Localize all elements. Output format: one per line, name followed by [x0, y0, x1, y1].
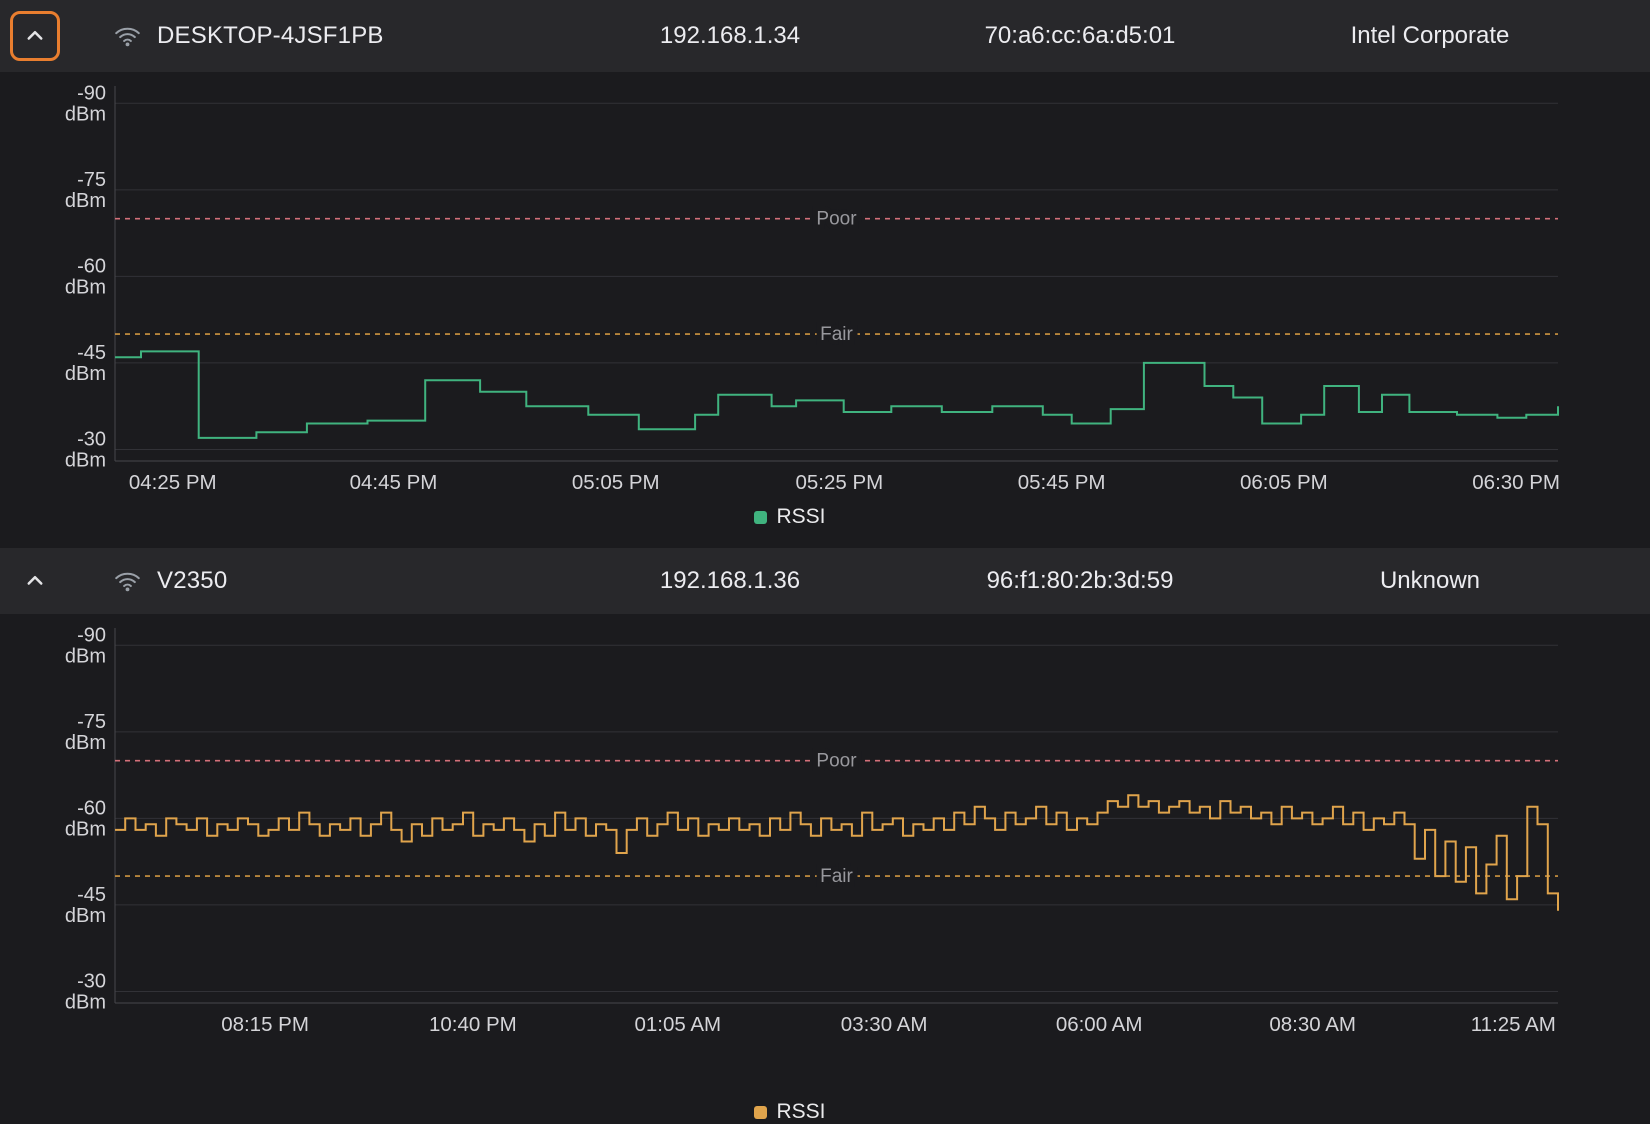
svg-text:-90: -90 — [77, 82, 106, 104]
svg-text:-60: -60 — [77, 255, 106, 277]
device-ip: 192.168.1.36 — [550, 567, 910, 595]
svg-text:05:25 PM: 05:25 PM — [796, 471, 884, 494]
svg-text:-90: -90 — [77, 624, 106, 646]
svg-text:08:15 PM: 08:15 PM — [221, 1013, 309, 1036]
svg-text:06:30 PM: 06:30 PM — [1472, 471, 1560, 494]
svg-text:11:25 AM: 11:25 AM — [1471, 1013, 1556, 1036]
device-mac: 96:f1:80:2b:3d:59 — [910, 567, 1250, 595]
legend-label: RSSI — [776, 1100, 825, 1124]
svg-text:01:05 AM: 01:05 AM — [634, 1013, 721, 1036]
device-name: DESKTOP-4JSF1PB — [157, 22, 384, 50]
legend-color-swatch — [754, 1106, 767, 1119]
svg-text:dBm: dBm — [65, 732, 106, 754]
svg-text:dBm: dBm — [65, 645, 106, 667]
device-ip: 192.168.1.34 — [550, 22, 910, 50]
device-mac: 70:a6:cc:6a:d5:01 — [910, 22, 1250, 50]
legend-label: RSSI — [776, 505, 825, 529]
device-panel-v2350: V2350 192.168.1.36 96:f1:80:2b:3d:59 Unk… — [0, 548, 1650, 1118]
svg-text:dBm: dBm — [65, 991, 106, 1013]
svg-text:dBm: dBm — [65, 103, 106, 125]
svg-text:05:05 PM: 05:05 PM — [572, 471, 660, 494]
chevron-up-icon — [25, 571, 45, 591]
svg-text:-45: -45 — [77, 884, 106, 906]
wifi-icon — [114, 568, 141, 595]
svg-text:dBm: dBm — [65, 276, 106, 298]
svg-text:04:25 PM: 04:25 PM — [129, 471, 217, 494]
svg-text:03:30 AM: 03:30 AM — [841, 1013, 928, 1036]
device-vendor: Unknown — [1250, 567, 1610, 595]
svg-text:Fair: Fair — [820, 324, 853, 345]
chevron-up-icon — [25, 26, 45, 46]
svg-text:05:45 PM: 05:45 PM — [1018, 471, 1106, 494]
collapse-button[interactable] — [10, 11, 60, 61]
svg-text:-60: -60 — [77, 797, 106, 819]
device-header[interactable]: V2350 192.168.1.36 96:f1:80:2b:3d:59 Unk… — [0, 548, 1650, 614]
rssi-chart: PoorFair-90dBm-75dBm-60dBm-45dBm-30dBm04… — [0, 72, 1650, 548]
chart-legend[interactable]: RSSI — [0, 1100, 1615, 1124]
device-vendor: Intel Corporate — [1250, 22, 1610, 50]
chart-legend[interactable]: RSSI — [0, 505, 1615, 529]
collapse-button[interactable] — [10, 556, 60, 606]
device-name: V2350 — [157, 567, 227, 595]
svg-text:Fair: Fair — [820, 866, 853, 887]
rssi-chart: PoorFair-90dBm-75dBm-60dBm-45dBm-30dBm08… — [0, 614, 1650, 1118]
svg-text:-45: -45 — [77, 342, 106, 364]
svg-text:dBm: dBm — [65, 905, 106, 927]
svg-text:06:05 PM: 06:05 PM — [1240, 471, 1328, 494]
svg-text:dBm: dBm — [65, 449, 106, 471]
svg-text:dBm: dBm — [65, 190, 106, 212]
svg-text:04:45 PM: 04:45 PM — [350, 471, 438, 494]
legend-color-swatch — [754, 511, 767, 524]
svg-text:-30: -30 — [77, 970, 106, 992]
device-panel-desktop: DESKTOP-4JSF1PB 192.168.1.34 70:a6:cc:6a… — [0, 0, 1650, 548]
svg-text:Poor: Poor — [816, 751, 857, 772]
svg-text:Poor: Poor — [816, 209, 857, 230]
svg-text:dBm: dBm — [65, 818, 106, 840]
svg-text:-75: -75 — [77, 711, 106, 733]
wifi-icon — [114, 23, 141, 50]
svg-text:08:30 AM: 08:30 AM — [1269, 1013, 1356, 1036]
svg-text:06:00 AM: 06:00 AM — [1056, 1013, 1143, 1036]
svg-text:dBm: dBm — [65, 363, 106, 385]
svg-text:-30: -30 — [77, 428, 106, 450]
device-header[interactable]: DESKTOP-4JSF1PB 192.168.1.34 70:a6:cc:6a… — [0, 0, 1650, 72]
svg-text:10:40 PM: 10:40 PM — [429, 1013, 517, 1036]
svg-text:-75: -75 — [77, 169, 106, 191]
